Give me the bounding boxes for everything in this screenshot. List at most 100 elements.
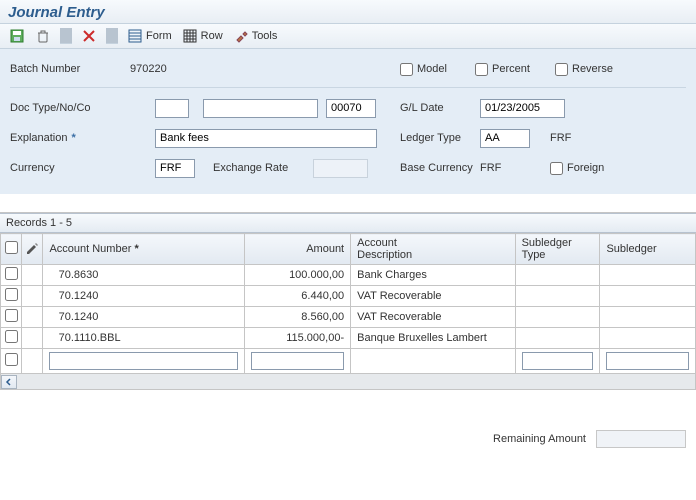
cancel-button[interactable] (78, 27, 100, 45)
cell-subledger[interactable] (600, 265, 696, 286)
cell-account-desc[interactable]: Bank Charges (351, 265, 515, 286)
cell-subledger-type[interactable] (515, 265, 600, 286)
pencil-icon (24, 240, 40, 256)
select-all-header[interactable] (1, 234, 22, 265)
cell-account-number[interactable]: 70.1240 (43, 307, 245, 328)
table-row[interactable]: 70.12406.440,00VAT Recoverable (1, 286, 696, 307)
amount-input[interactable] (251, 352, 344, 370)
remaining-amount-value (596, 430, 686, 448)
cell-subledger-input[interactable] (600, 349, 696, 374)
cell-account-number-input[interactable] (43, 349, 245, 374)
reverse-checkbox-label: Reverse (572, 63, 613, 75)
account-number-input[interactable] (49, 352, 238, 370)
row-edit-cell[interactable] (22, 307, 43, 328)
explanation-input[interactable] (155, 129, 377, 148)
data-grid: Account Number * Amount Account Descript… (0, 233, 696, 374)
ledger-type-label: Ledger Type (400, 132, 480, 144)
toolbar-separator (106, 28, 118, 44)
grid-header-row: Account Number * Amount Account Descript… (1, 234, 696, 265)
cell-amount[interactable]: 6.440,00 (245, 286, 351, 307)
cell-account-desc[interactable]: VAT Recoverable (351, 286, 515, 307)
cell-subledger-type[interactable] (515, 286, 600, 307)
reverse-checkbox[interactable]: Reverse (555, 63, 613, 76)
percent-checkbox-input[interactable] (475, 63, 488, 76)
model-checkbox-label: Model (417, 63, 447, 75)
explanation-label: Explanation* (10, 132, 155, 144)
model-checkbox-input[interactable] (400, 63, 413, 76)
subledger-type-input[interactable] (522, 352, 594, 370)
exchange-rate-label: Exchange Rate (213, 162, 313, 174)
col-subledger[interactable]: Subledger (600, 234, 696, 265)
toolbar: Form Row Tools (0, 24, 696, 49)
row-checkbox[interactable] (5, 309, 18, 322)
cell-subledger[interactable] (600, 328, 696, 349)
cell-subledger[interactable] (600, 286, 696, 307)
col-amount[interactable]: Amount (245, 234, 351, 265)
col-account-desc[interactable]: Account Description (351, 234, 515, 265)
scrollbar-track[interactable] (17, 375, 695, 389)
select-all-checkbox[interactable] (5, 241, 18, 254)
tools-icon (233, 28, 249, 44)
cell-account-number[interactable]: 70.8630 (43, 265, 245, 286)
ledger-type-input[interactable] (480, 129, 530, 148)
gl-date-input[interactable] (480, 99, 565, 118)
row-edit-cell[interactable] (22, 265, 43, 286)
doc-type-label: Doc Type/No/Co (10, 102, 155, 114)
scroll-left-button[interactable] (1, 375, 17, 389)
cell-amount[interactable]: 100.000,00 (245, 265, 351, 286)
exchange-rate-input[interactable] (313, 159, 368, 178)
row-checkbox[interactable] (5, 288, 18, 301)
model-checkbox[interactable]: Model (400, 63, 475, 76)
table-row[interactable]: 70.12408.560,00VAT Recoverable (1, 307, 696, 328)
reverse-checkbox-input[interactable] (555, 63, 568, 76)
subledger-input[interactable] (606, 352, 689, 370)
horizontal-scrollbar[interactable] (0, 374, 696, 390)
currency-input[interactable] (155, 159, 195, 178)
percent-checkbox-label: Percent (492, 63, 530, 75)
form-area: Batch Number 970220 Model Percent Revers… (0, 49, 696, 194)
cell-amount-input[interactable] (245, 349, 351, 374)
row-edit-cell[interactable] (22, 328, 43, 349)
percent-checkbox[interactable]: Percent (475, 63, 555, 76)
foreign-checkbox[interactable]: Foreign (550, 162, 604, 175)
table-row[interactable]: 70.1110.BBL115.000,00-Banque Bruxelles L… (1, 328, 696, 349)
cell-subledger[interactable] (600, 307, 696, 328)
footer: Remaining Amount (0, 390, 696, 458)
cell-account-number[interactable]: 70.1240 (43, 286, 245, 307)
cell-account-desc[interactable]: Banque Bruxelles Lambert (351, 328, 515, 349)
required-star-icon: * (72, 132, 76, 144)
cell-amount[interactable]: 115.000,00- (245, 328, 351, 349)
cell-account-number[interactable]: 70.1110.BBL (43, 328, 245, 349)
cell-subledger-type[interactable] (515, 328, 600, 349)
cell-subledger-type[interactable] (515, 307, 600, 328)
form-menu-label: Form (146, 30, 172, 42)
row-edit-cell[interactable] (22, 286, 43, 307)
row-checkbox[interactable] (5, 330, 18, 343)
doc-type-input[interactable] (155, 99, 189, 118)
toolbar-separator (60, 28, 72, 44)
col-subledger-type[interactable]: Subledger Type (515, 234, 600, 265)
table-input-row[interactable] (1, 349, 696, 374)
cell-account-desc-input[interactable] (351, 349, 515, 374)
row-edit-cell[interactable] (22, 349, 43, 374)
delete-button[interactable] (32, 27, 54, 45)
row-checkbox[interactable] (5, 267, 18, 280)
edit-col-header[interactable] (22, 234, 43, 265)
tools-menu[interactable]: Tools (230, 27, 281, 45)
cell-amount[interactable]: 8.560,00 (245, 307, 351, 328)
cell-subledger-type-input[interactable] (515, 349, 600, 374)
doc-co-input[interactable] (326, 99, 376, 118)
records-count: Records 1 - 5 (0, 213, 696, 233)
row-checkbox[interactable] (5, 353, 18, 366)
row-menu[interactable]: Row (179, 27, 226, 45)
base-currency-value: FRF (480, 162, 550, 174)
cell-account-desc[interactable]: VAT Recoverable (351, 307, 515, 328)
col-account-number[interactable]: Account Number * (43, 234, 245, 265)
form-separator (10, 87, 686, 88)
save-button[interactable] (6, 27, 28, 45)
doc-no-input[interactable] (203, 99, 318, 118)
foreign-checkbox-input[interactable] (550, 162, 563, 175)
table-row[interactable]: 70.8630100.000,00Bank Charges (1, 265, 696, 286)
form-menu[interactable]: Form (124, 27, 175, 45)
batch-number-label: Batch Number (10, 63, 130, 75)
